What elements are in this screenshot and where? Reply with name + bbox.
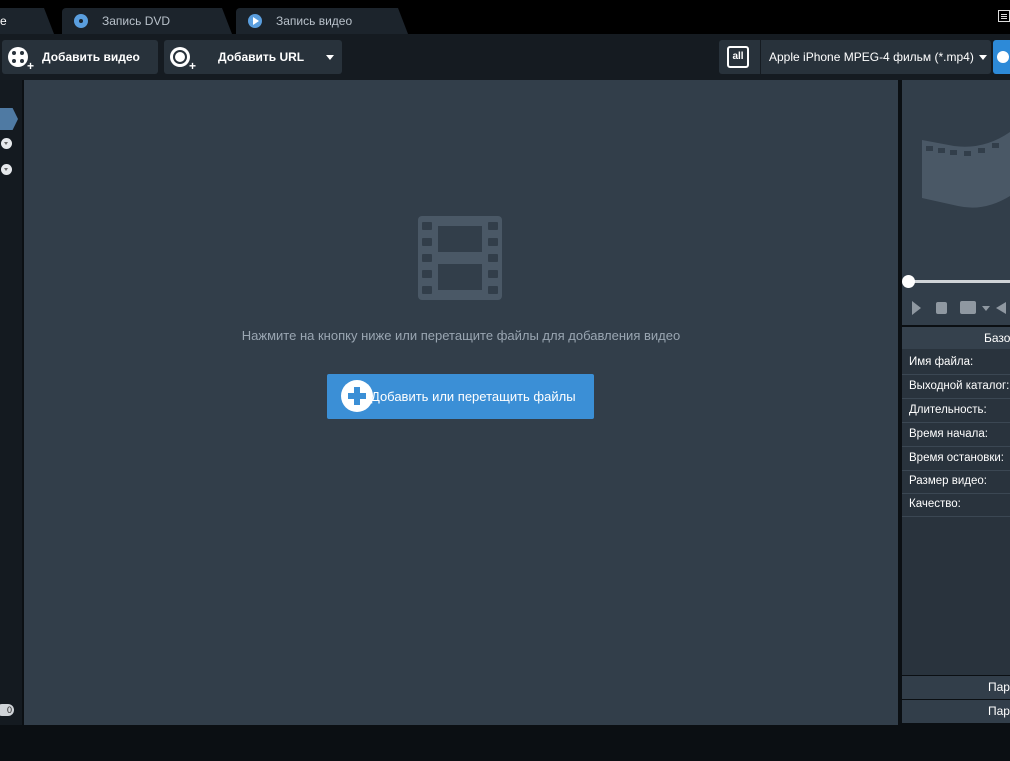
property-label: Размер видео:: [909, 475, 987, 487]
add-files-button[interactable]: Добавить или перетащить файлы: [327, 374, 594, 419]
property-label: Выходной каталог:: [909, 380, 1010, 392]
property-label: Время остановки:: [909, 452, 1004, 464]
params-label: Пар: [988, 680, 1010, 694]
params-section-1[interactable]: Пар: [902, 676, 1010, 699]
profile-settings-button[interactable]: [993, 40, 1010, 74]
sidebar-active-item[interactable]: [0, 108, 18, 130]
property-label: Время начала:: [909, 428, 988, 440]
plus-circle-icon: [341, 380, 373, 412]
tab-dvd-label: Запись DVD: [102, 14, 171, 28]
property-row-filename: Имя файла:: [902, 351, 1010, 375]
disc-icon: [74, 14, 88, 28]
tab-convert[interactable]: е: [0, 8, 54, 34]
volume-icon[interactable]: [996, 302, 1006, 314]
camera-icon[interactable]: [960, 301, 976, 314]
add-url-label: Добавить URL: [218, 50, 305, 64]
property-row-quality: Качество:: [902, 493, 1010, 517]
add-files-label: Добавить или перетащить файлы: [371, 389, 576, 404]
tab-convert-label: е: [0, 14, 7, 28]
chevron-down-icon[interactable]: [326, 55, 334, 60]
globe-add-icon: +: [170, 47, 196, 72]
play-icon[interactable]: [912, 301, 921, 315]
tab-bar: е Запись DVD Запись видео: [0, 0, 1010, 34]
expand-icon[interactable]: [1, 138, 12, 149]
play-icon: [248, 14, 262, 28]
seek-bar[interactable]: [908, 280, 1010, 283]
properties-panel: Базо Имя файла: Выходной каталог: Длител…: [902, 327, 1010, 675]
status-bar: [0, 725, 1010, 761]
output-profile-select[interactable]: all Apple iPhone MPEG-4 фильм (*.mp4): [719, 40, 991, 74]
seek-handle[interactable]: [902, 275, 915, 288]
params-label: Пар: [988, 704, 1010, 718]
property-label: Качество:: [909, 498, 961, 510]
film-placeholder-icon: [922, 132, 1010, 208]
add-video-label: Добавить видео: [42, 50, 140, 64]
properties-tab-basic[interactable]: Базо: [902, 327, 1010, 349]
property-row-output-dir: Выходной каталог:: [902, 375, 1010, 399]
expand-icon[interactable]: [1, 164, 12, 175]
item-count-badge: 0: [0, 704, 14, 716]
toolbar: + Добавить видео + Добавить URL all Appl…: [0, 34, 1010, 80]
chevron-down-icon: [979, 55, 987, 60]
property-label: Имя файла:: [909, 356, 974, 368]
file-drop-area[interactable]: Нажмите на кнопку ниже или перетащите фа…: [24, 80, 898, 725]
property-row-video-size: Размер видео:: [902, 470, 1010, 494]
add-url-button[interactable]: + Добавить URL: [164, 40, 342, 74]
property-row-start-time: Время начала:: [902, 423, 1010, 447]
properties-header-label: Базо: [984, 331, 1010, 345]
property-row-duration: Длительность:: [902, 399, 1010, 423]
divider: [760, 40, 761, 74]
chevron-down-icon[interactable]: [982, 306, 990, 311]
params-section-2[interactable]: Пар: [902, 700, 1010, 723]
drop-hint-text: Нажмите на кнопку ниже или перетащите фа…: [241, 328, 681, 343]
property-row-stop-time: Время остановки:: [902, 447, 1010, 471]
film-reel-add-icon: +: [8, 47, 34, 72]
film-strip-icon: [418, 216, 502, 300]
menu-icon[interactable]: [998, 10, 1010, 22]
profile-label: Apple iPhone MPEG-4 фильм (*.mp4): [769, 50, 974, 64]
device-profile-icon: all: [727, 46, 749, 68]
stop-icon[interactable]: [936, 302, 947, 314]
tab-dvd-burn[interactable]: Запись DVD: [62, 8, 232, 34]
video-preview-panel: [902, 80, 1010, 325]
property-label: Длительность:: [909, 404, 987, 416]
tab-video-label: Запись видео: [276, 14, 353, 28]
add-video-button[interactable]: + Добавить видео: [2, 40, 158, 74]
tab-video-record[interactable]: Запись видео: [236, 8, 408, 34]
left-sidebar: 0: [0, 80, 22, 725]
